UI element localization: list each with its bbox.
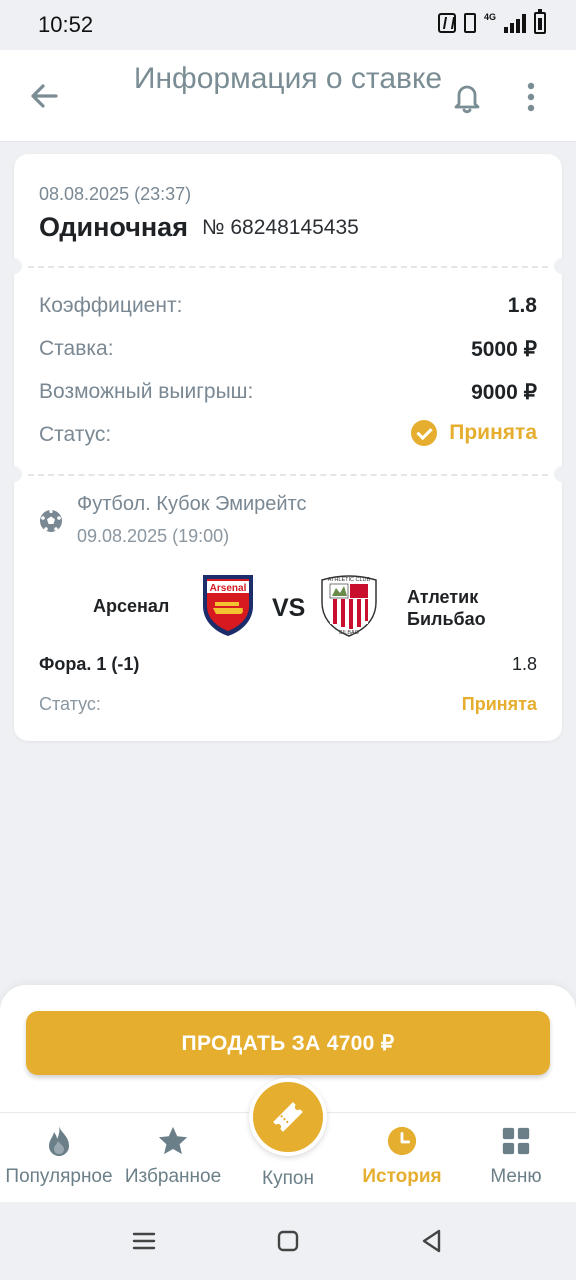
stake-label: Ставка: (39, 337, 114, 360)
versus-label: VS (272, 594, 306, 622)
odds-label: Коэффициент: (39, 294, 183, 317)
odds-value: 1.8 (507, 294, 537, 317)
status-time: 10:52 (38, 12, 94, 37)
battery-icon (534, 9, 546, 34)
home-icon[interactable] (275, 1228, 301, 1254)
clock-icon (387, 1126, 417, 1156)
nav-coupon-label: Купон (262, 1168, 314, 1189)
card-notch (554, 466, 570, 482)
card-divider (28, 266, 548, 268)
nav-menu-label: Меню (490, 1166, 542, 1187)
more-vertical-icon (527, 82, 535, 112)
card-divider (28, 474, 548, 476)
status-icons: 4G (437, 9, 546, 34)
status-label: Статус: (39, 423, 112, 446)
nav-menu[interactable]: Меню (458, 1124, 574, 1188)
card-notch (554, 258, 570, 274)
nfc-icon (437, 13, 456, 33)
recent-apps-icon[interactable] (131, 1228, 157, 1254)
svg-text:ATHLETIC CLUB: ATHLETIC CLUB (328, 577, 371, 583)
athletic-bilbao-logo: ATHLETIC CLUB BILBAO (321, 575, 377, 637)
notifications-button[interactable] (450, 80, 484, 114)
bet-card: 08.08.2025 (23:37) Одиночная № 682481454… (6, 154, 570, 741)
flame-icon (49, 1126, 69, 1156)
bet-datetime: 08.08.2025 (23:37) (39, 184, 192, 204)
back-button[interactable] (26, 78, 62, 114)
network-type: 4G (483, 11, 496, 22)
nav-history[interactable]: История (344, 1124, 460, 1188)
ticket-icon (273, 1102, 303, 1132)
bell-icon (454, 85, 480, 114)
status-bar: 10:52 4G (0, 0, 576, 50)
sell-bet-button[interactable]: ПРОДАТЬ ЗА 4700 ₽ (26, 1011, 550, 1075)
check-circle-icon (411, 420, 438, 446)
market-name: Фора. 1 (-1) (39, 654, 140, 674)
payout-label: Возможный выигрыш: (39, 380, 254, 403)
system-navigation-bar (0, 1202, 576, 1280)
nav-favorites-label: Избранное (124, 1166, 222, 1187)
payout-value: 9000 ₽ (471, 381, 537, 404)
bet-number: № 68248145435 (202, 216, 359, 239)
event-datetime: 09.08.2025 (19:00) (77, 526, 230, 546)
event-tournament: Футбол. Кубок Эмирейтс (77, 493, 307, 515)
home-team-name: Арсенал (93, 596, 170, 616)
bet-type: Одиночная (39, 212, 188, 242)
arrow-left-icon (31, 84, 58, 108)
away-team-name: Атлетик Бильбао (407, 587, 486, 629)
nav-popular-label: Популярное (5, 1166, 113, 1187)
soccer-ball-icon (40, 509, 62, 532)
arsenal-logo: Arsenal (203, 575, 253, 636)
selection-status-value: Принята (461, 694, 537, 714)
back-nav-icon[interactable] (419, 1228, 445, 1254)
card-notch (6, 466, 22, 482)
page-title: Информация о ставке (133, 62, 443, 95)
stake-value: 5000 ₽ (471, 338, 537, 361)
grid-icon (502, 1127, 530, 1155)
nav-coupon-button[interactable] (249, 1078, 327, 1156)
signal-icon (504, 13, 526, 33)
vibrate-icon (463, 13, 476, 33)
status-badge: Принята (411, 420, 537, 446)
nav-popular[interactable]: Популярное (1, 1124, 117, 1188)
status-text: Принята (449, 421, 537, 444)
selection-status-label: Статус: (39, 694, 101, 714)
market-odds: 1.8 (511, 654, 537, 674)
svg-text:Arsenal: Arsenal (210, 583, 247, 594)
nav-favorites[interactable]: Избранное (115, 1124, 231, 1188)
app-header: Информация о ставке (0, 50, 576, 142)
nav-history-label: История (362, 1166, 442, 1187)
card-notch (6, 258, 22, 274)
svg-text:BILBAO: BILBAO (339, 630, 360, 636)
star-icon (158, 1126, 188, 1155)
more-menu-button[interactable] (520, 80, 542, 114)
